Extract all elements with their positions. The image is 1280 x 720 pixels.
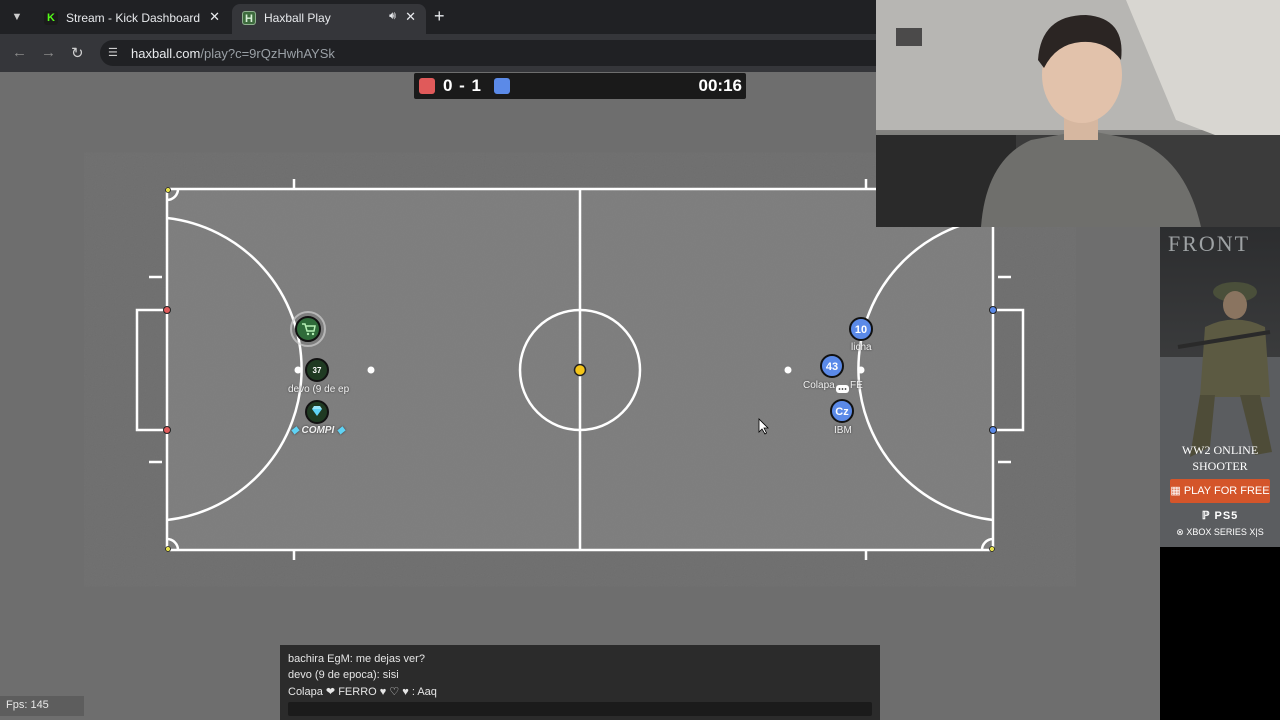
svg-text:43: 43 <box>826 361 838 373</box>
player-red-diamond <box>305 400 329 424</box>
ad-artwork: FRONT WW2 ONLINE SHOOTER ▦ PLAY FOR FREE… <box>1160 227 1280 547</box>
player-label-devo: devo (9 de ep <box>288 384 350 395</box>
svg-text:37: 37 <box>313 366 322 375</box>
advertisement-panel[interactable]: FRONT WW2 ONLINE SHOOTER ▦ PLAY FOR FREE… <box>1160 227 1280 720</box>
right-goal <box>993 308 1025 432</box>
tab-title: Stream - Kick Dashboard <box>66 11 201 25</box>
playstation-icon: ℙ <box>1201 510 1215 522</box>
chat-input[interactable] <box>288 702 872 716</box>
player-blue-cz: Cz <box>830 399 854 423</box>
player-red-37: 37 <box>305 358 329 382</box>
chat-message: Colapa ❤ FERRO ♥ ♡ ♥ : Aaq <box>288 686 437 698</box>
player-blue-10: 10 <box>849 317 873 341</box>
close-icon[interactable]: ✕ <box>405 9 416 25</box>
red-team-square <box>419 78 435 94</box>
url-text: haxball.com/play?c=9rQzHwhAYSk <box>131 46 335 61</box>
xbox-logo: ⊗ XBOX SERIES X|S <box>1176 527 1264 537</box>
player-label-fe: FE <box>850 380 863 391</box>
webcam-overlay <box>876 0 1280 227</box>
close-icon[interactable]: ✕ <box>209 9 220 25</box>
right-goal-post <box>989 426 997 434</box>
play-for-free-button[interactable]: ▦ PLAY FOR FREE <box>1170 479 1270 503</box>
kick-indicator-dot <box>784 366 792 374</box>
chat-box: bachira EgM: me dejas ver? devo (9 de ep… <box>280 645 880 720</box>
left-goal-post <box>163 306 171 314</box>
windows-icon: ▦ <box>1170 485 1184 497</box>
site-settings-icon[interactable]: ☰ <box>108 46 118 59</box>
speaker-icon[interactable]: 🔊︎ <box>389 10 396 23</box>
svg-text:Cz: Cz <box>835 406 849 418</box>
diamond-icon: ◆ <box>334 425 345 436</box>
kick-indicator-dot <box>294 366 302 374</box>
forward-arrow-icon[interactable]: → <box>41 44 56 61</box>
tab-haxball-play[interactable]: H Haxball Play 🔊︎ ✕ <box>232 4 426 34</box>
left-goal-post <box>163 426 171 434</box>
svg-text:10: 10 <box>855 324 867 336</box>
chat-message: bachira EgM: me dejas ver? <box>288 653 425 665</box>
back-arrow-icon[interactable]: ← <box>12 44 27 61</box>
diamond-icon: ◆ <box>291 425 302 436</box>
chat-message: devo (9 de epoca): sisi <box>288 669 399 681</box>
kick-indicator-dot <box>857 366 865 374</box>
player-label-colapa: Colapa <box>803 380 835 391</box>
player-label-compi: ◆ COMPI ◆ <box>291 425 345 436</box>
tab-list-chevron-icon[interactable]: ▼ <box>6 6 28 28</box>
player-label-licha: licha <box>851 342 872 353</box>
fps-counter: Fps: 145 <box>0 696 84 716</box>
scoreboard: 0 - 1 00:16 <box>414 73 746 99</box>
right-goal-post <box>989 306 997 314</box>
haxball-h-icon: H <box>242 11 256 25</box>
new-tab-plus-icon[interactable]: + <box>434 7 445 25</box>
blue-team-square <box>494 78 510 94</box>
address-bar[interactable]: ☰ haxball.com/play?c=9rQzHwhAYSk <box>100 40 890 66</box>
left-goal <box>135 308 167 432</box>
player-label-ibm: IBM <box>834 425 852 436</box>
tab-title: Haxball Play <box>264 11 331 25</box>
kick-indicator-dot <box>367 366 375 374</box>
score: 0 - 1 <box>443 76 483 95</box>
match-timer: 00:16 <box>698 76 742 95</box>
ps5-logo: ℙ PS5 <box>1201 510 1239 522</box>
player-blue-43: 43 <box>820 354 844 378</box>
ball <box>573 363 587 377</box>
reload-icon[interactable]: ↻ <box>71 44 84 62</box>
xbox-icon: ⊗ <box>1176 527 1187 537</box>
kick-k-icon: K <box>44 11 58 25</box>
typing-bubble-icon <box>836 385 849 393</box>
ad-headline: WW2 ONLINE SHOOTER <box>1181 443 1259 473</box>
tab-kick-dashboard[interactable]: K Stream - Kick Dashboard ✕ <box>34 4 230 34</box>
ad-logo: FRONT <box>1168 231 1251 256</box>
player-red-cart <box>290 311 326 347</box>
